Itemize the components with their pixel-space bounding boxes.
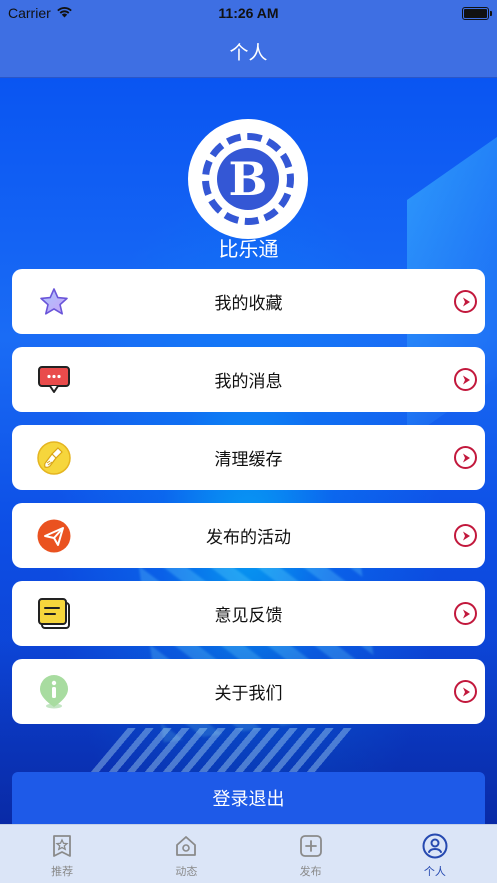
menu-item-label: 关于我们 <box>214 684 283 704</box>
chevron-right-icon <box>454 290 477 313</box>
profile-content: B 比乐通 我的收藏 我的消息 清理缓存 发布的活动 意见反馈 关于我们 登录退… <box>0 78 497 824</box>
profile-icon <box>422 833 448 859</box>
recommend-icon <box>49 833 75 859</box>
menu-item-messages[interactable]: 我的消息 <box>12 347 485 412</box>
carrier-label: Carrier <box>8 5 51 21</box>
wifi-icon <box>56 5 73 21</box>
status-bar: Carrier 11:26 AM <box>0 0 497 26</box>
tab-profile[interactable]: 个人 <box>373 825 497 883</box>
chevron-right-icon <box>454 524 477 547</box>
home-icon <box>173 833 199 859</box>
logout-button[interactable]: 登录退出 <box>12 772 485 824</box>
menu-item-favorites[interactable]: 我的收藏 <box>12 269 485 334</box>
add-icon <box>298 833 324 859</box>
tab-label: 推荐 <box>51 865 74 878</box>
menu-item-feedback[interactable]: 意见反馈 <box>12 581 485 646</box>
chevron-right-icon <box>454 446 477 469</box>
menu-item-about-us[interactable]: 关于我们 <box>12 659 485 724</box>
username: 比乐通 <box>218 237 279 261</box>
status-left: Carrier <box>8 5 73 21</box>
menu-item-label: 发布的活动 <box>206 528 291 548</box>
menu-item-label: 意见反馈 <box>214 606 283 626</box>
menu-item-label: 清理缓存 <box>214 450 283 470</box>
tab-recommend[interactable]: 推荐 <box>0 825 124 883</box>
avatar-logo-ring: B <box>202 133 294 225</box>
tab-label: 动态 <box>175 865 198 878</box>
status-time: 11:26 AM <box>218 5 279 21</box>
chevron-right-icon <box>454 680 477 703</box>
avatar-logo: B <box>217 148 279 210</box>
page-title: 个人 <box>229 42 268 64</box>
logout-label: 登录退出 <box>212 789 285 810</box>
battery-icon <box>462 6 492 20</box>
tab-label: 发布 <box>299 865 322 878</box>
tab-publish[interactable]: 发布 <box>249 825 373 883</box>
chevron-right-icon <box>454 368 477 391</box>
avatar[interactable]: B <box>188 119 308 239</box>
menu-item-label: 我的收藏 <box>214 294 283 314</box>
tab-bar: 推荐 动态 发布 个人 <box>0 824 497 883</box>
menu-item-published-activities[interactable]: 发布的活动 <box>12 503 485 568</box>
chevron-right-icon <box>454 602 477 625</box>
menu-item-clear-cache[interactable]: 清理缓存 <box>12 425 485 490</box>
tab-label: 个人 <box>423 865 446 878</box>
menu-item-label: 我的消息 <box>214 372 283 392</box>
nav-bar: 个人 <box>0 26 497 78</box>
tab-dynamics[interactable]: 动态 <box>124 825 248 883</box>
